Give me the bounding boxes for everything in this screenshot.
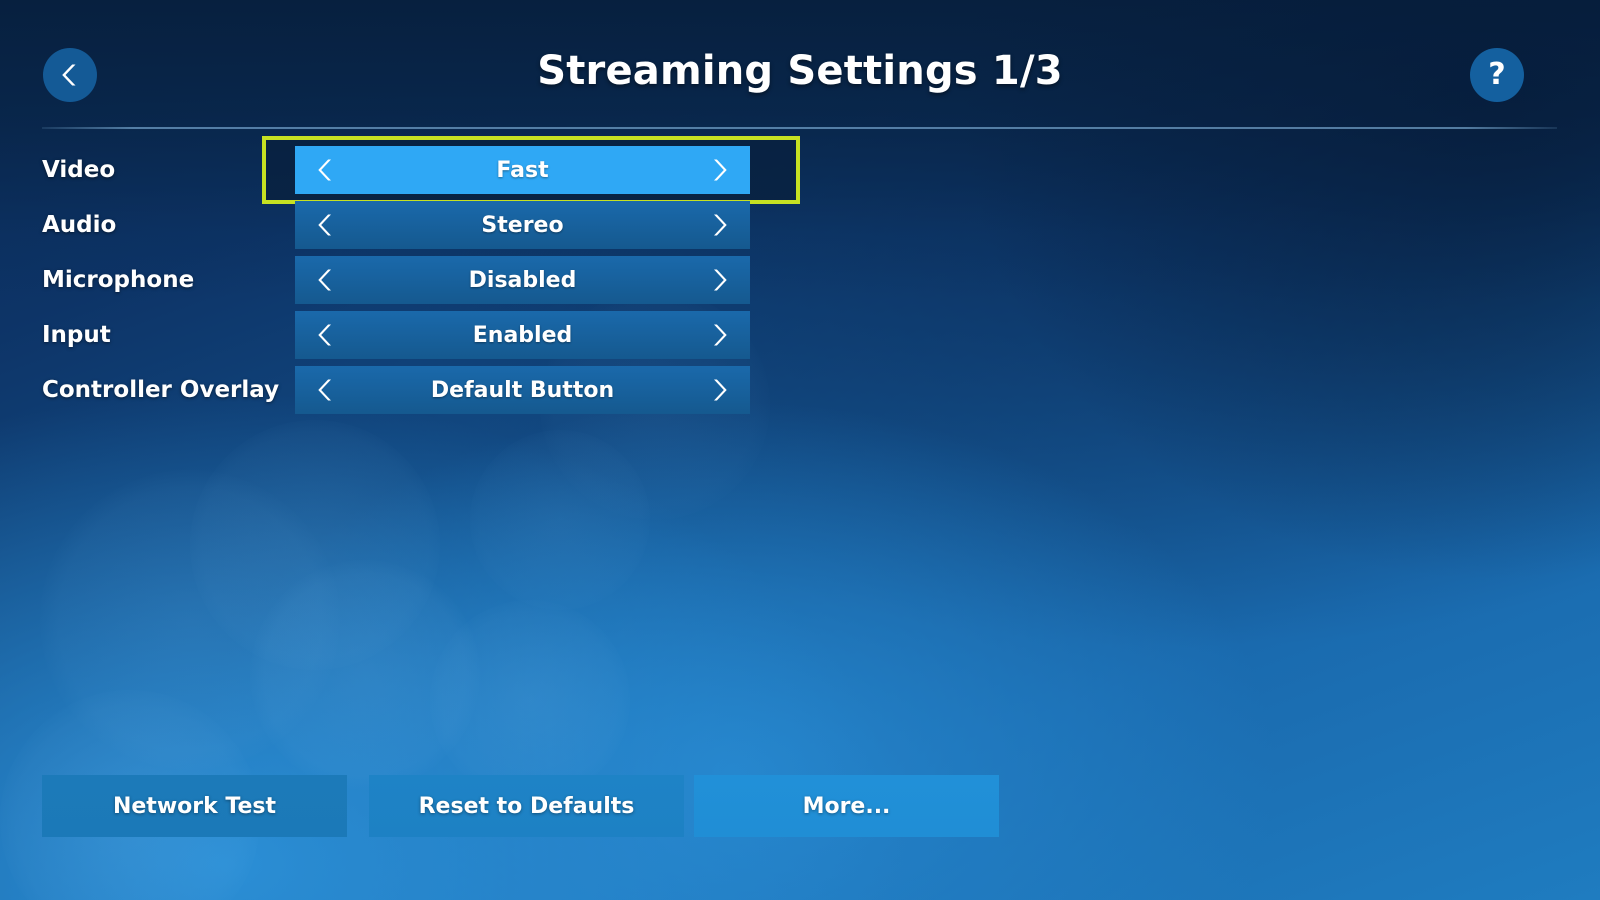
background-right-shade	[820, 0, 1600, 900]
more-button[interactable]: More...	[694, 775, 999, 837]
chevron-left-icon[interactable]	[313, 155, 339, 185]
setting-selector[interactable]: Enabled	[295, 311, 750, 359]
setting-label: Audio	[42, 212, 117, 238]
streaming-settings-screen: Streaming Settings 1/3 ? Video Fast Audi…	[0, 0, 1600, 900]
setting-row-video: Video Fast	[0, 146, 860, 194]
setting-selector[interactable]: Fast	[295, 146, 750, 194]
setting-label: Input	[42, 322, 111, 348]
setting-value: Disabled	[468, 267, 577, 293]
setting-label: Controller Overlay	[42, 377, 280, 403]
page-title: Streaming Settings 1/3	[537, 48, 1063, 94]
setting-selector[interactable]: Stereo	[295, 201, 750, 249]
setting-row-input: Input Enabled	[0, 311, 860, 359]
footer-actions: Network Test Reset to Defaults More...	[0, 775, 1600, 837]
setting-row-audio: Audio Stereo	[0, 201, 860, 249]
setting-label: Video	[42, 157, 116, 183]
chevron-right-icon[interactable]	[706, 210, 732, 240]
chevron-right-icon[interactable]	[706, 155, 732, 185]
chevron-right-icon[interactable]	[706, 375, 732, 405]
help-button[interactable]: ?	[1470, 48, 1524, 102]
reset-to-defaults-button[interactable]: Reset to Defaults	[369, 775, 684, 837]
chevron-right-icon[interactable]	[706, 265, 732, 295]
header: Streaming Settings 1/3 ?	[0, 0, 1600, 129]
question-mark-icon: ?	[1488, 57, 1506, 92]
setting-row-controller-overlay: Controller Overlay Default Button	[0, 366, 860, 414]
chevron-left-icon[interactable]	[313, 265, 339, 295]
setting-label: Microphone	[42, 267, 195, 293]
network-test-button[interactable]: Network Test	[42, 775, 347, 837]
chevron-left-icon[interactable]	[313, 375, 339, 405]
setting-value: Stereo	[481, 212, 564, 238]
setting-value: Fast	[496, 157, 549, 183]
setting-row-microphone: Microphone Disabled	[0, 256, 860, 304]
setting-selector[interactable]: Disabled	[295, 256, 750, 304]
setting-value: Default Button	[430, 377, 615, 403]
setting-selector[interactable]: Default Button	[295, 366, 750, 414]
chevron-left-icon[interactable]	[313, 210, 339, 240]
header-divider	[42, 127, 1557, 129]
setting-value: Enabled	[472, 322, 573, 348]
settings-list: Video Fast Audio Stereo Microphone Disab…	[0, 146, 860, 421]
chevron-right-icon[interactable]	[706, 320, 732, 350]
chevron-left-icon[interactable]	[313, 320, 339, 350]
